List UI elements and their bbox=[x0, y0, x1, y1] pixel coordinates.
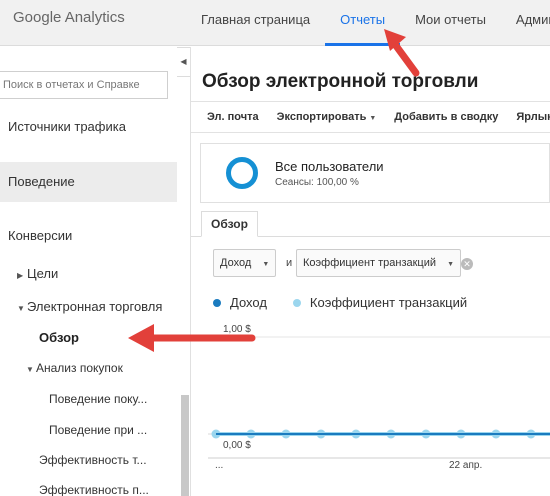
sidebar-item-label: Электронная торговля bbox=[27, 299, 163, 314]
chart-legend: Доход Коэффициент транзакций bbox=[213, 295, 467, 310]
caret-down-icon: ▼ bbox=[262, 261, 270, 268]
sidebar-item-acquisition[interactable]: Источники трафика bbox=[0, 119, 177, 134]
annotation-arrow-overview bbox=[128, 324, 256, 352]
metric1-label: Доход bbox=[220, 257, 252, 269]
clear-metric-icon[interactable]: ✕ bbox=[461, 258, 473, 270]
metric-and-label: и bbox=[286, 257, 293, 269]
tab-admin[interactable]: Админ bbox=[501, 0, 550, 46]
chevron-down-icon: ▼ bbox=[17, 304, 25, 313]
sidebar-item-ecommerce[interactable]: ▼ Электронная торговля bbox=[0, 299, 177, 314]
sidebar-item-shopping-behavior[interactable]: Поведение поку... bbox=[0, 392, 177, 406]
segment-sessions: Сеансы: 100,00 % bbox=[275, 177, 359, 188]
top-nav: Главная страница Отчеты Мои отчеты Админ bbox=[186, 0, 550, 46]
email-button[interactable]: Эл. почта bbox=[191, 111, 268, 123]
metric2-select[interactable]: Коэффициент транзакций ▼ bbox=[296, 249, 462, 277]
chevron-right-icon: ▶ bbox=[17, 271, 24, 280]
sidebar-item-conversions[interactable]: Конверсии bbox=[0, 228, 177, 243]
tab-overview[interactable]: Обзор bbox=[201, 211, 258, 237]
segment-donut-icon bbox=[226, 157, 258, 189]
sidebar-item-label: Обзор bbox=[39, 330, 79, 345]
chevron-down-icon: ▼ bbox=[26, 365, 34, 374]
sidebar-scrollbar[interactable] bbox=[181, 395, 189, 496]
sidebar-item-checkout-behavior[interactable]: Поведение при ... bbox=[0, 423, 177, 437]
segment-card[interactable]: Все пользователи Сеансы: 100,00 % bbox=[200, 143, 550, 203]
add-to-dashboard-button[interactable]: Добавить в сводку bbox=[385, 111, 507, 123]
sidebar-item-sales-performance[interactable]: Эффективность п... bbox=[0, 483, 177, 496]
sidebar-item-label: Источники трафика bbox=[8, 119, 126, 134]
export-button[interactable]: Экспортировать ▼ bbox=[268, 111, 386, 123]
sidebar: Источники трафика Поведение Конверсии ▶Ц… bbox=[0, 47, 177, 496]
sidebar-item-behavior[interactable]: Поведение bbox=[0, 162, 177, 202]
main-content: Обзор электронной торговли Эл. почта Экс… bbox=[191, 47, 550, 496]
export-label: Экспортировать bbox=[276, 111, 367, 123]
sidebar-item-label: Анализ покупок bbox=[36, 361, 123, 375]
search-input[interactable] bbox=[0, 71, 168, 99]
sidebar-item-label: Конверсии bbox=[8, 228, 73, 243]
shortcut-button[interactable]: Ярлык bbox=[507, 111, 550, 123]
sidebar-item-label: Эффективность т... bbox=[39, 453, 147, 467]
sidebar-item-label: Поведение при ... bbox=[49, 423, 148, 437]
legend-transaction-rate: Коэффициент транзакций bbox=[309, 295, 468, 310]
app-logo[interactable]: Google Analytics bbox=[13, 9, 125, 26]
sidebar-item-label: Цели bbox=[27, 266, 59, 281]
collapse-sidebar-icon[interactable]: ◀ bbox=[177, 47, 191, 77]
sidebar-item-product-performance[interactable]: Эффективность т... bbox=[0, 453, 177, 467]
segment-name: Все пользователи bbox=[275, 159, 384, 174]
page-title: Обзор электронной торговли bbox=[202, 71, 479, 92]
caret-down-icon: ▼ bbox=[447, 261, 455, 268]
sidebar-item-label: Эффективность п... bbox=[39, 483, 149, 496]
sidebar-item-shopping-analysis[interactable]: ▼ Анализ покупок bbox=[0, 361, 177, 375]
report-toolbar: Эл. почта Экспортировать ▼ Добавить в сво… bbox=[191, 101, 550, 133]
metric2-label: Коэффициент транзакций bbox=[303, 257, 437, 269]
sidebar-item-label: Поведение bbox=[8, 174, 75, 189]
legend-revenue: Доход bbox=[230, 295, 267, 310]
metric1-select[interactable]: Доход ▼ bbox=[213, 249, 277, 277]
tab-home[interactable]: Главная страница bbox=[186, 0, 325, 46]
top-bar: Google Analytics Главная страница Отчеты… bbox=[0, 0, 550, 46]
sidebar-item-goals[interactable]: ▶ Цели bbox=[0, 266, 177, 281]
annotation-arrow-top bbox=[384, 29, 420, 77]
sidebar-item-label: Поведение поку... bbox=[49, 392, 148, 406]
caret-down-icon: ▼ bbox=[369, 115, 377, 122]
legend-dot-transaction-rate bbox=[292, 298, 301, 307]
legend-dot-revenue bbox=[213, 298, 221, 307]
